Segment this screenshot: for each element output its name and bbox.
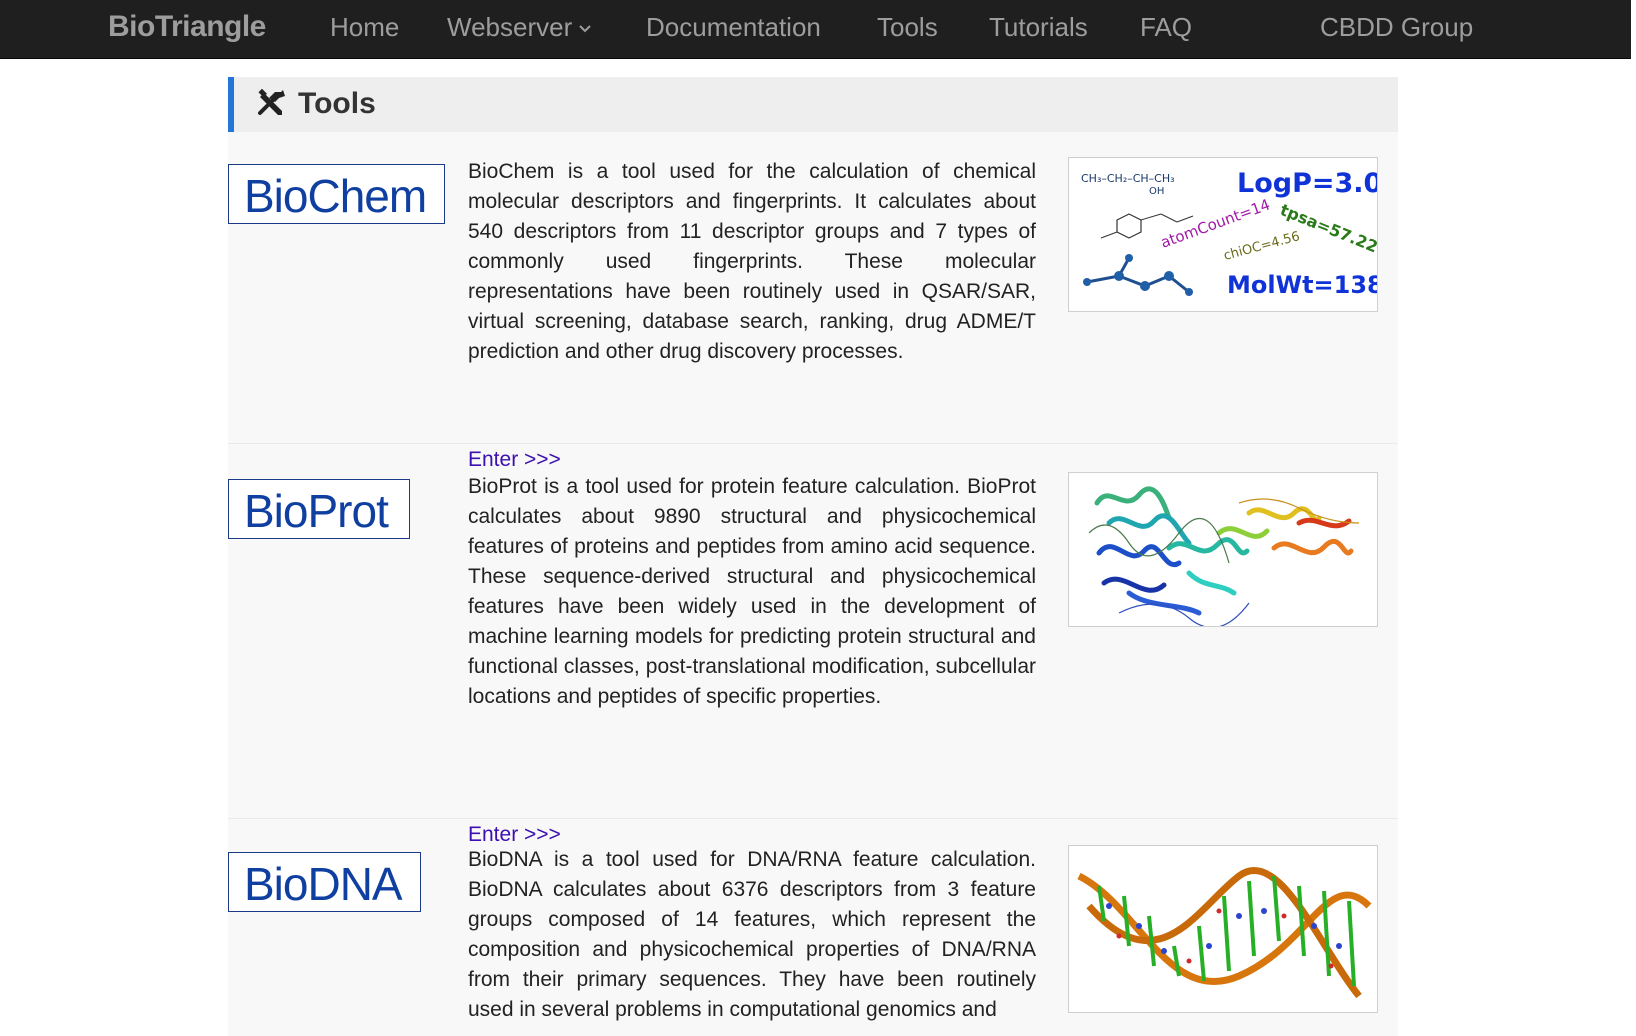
biodna-image — [1068, 845, 1378, 1013]
logp-text: LogP=3.04 — [1237, 168, 1378, 199]
bioprot-logo-text: BioProt — [244, 485, 389, 537]
tools-panel: Tools BioChem BioChem is a tool used for… — [228, 77, 1398, 1036]
scrollbar-track — [1631, 0, 1636, 1036]
biodna-logo-text: BioDNA — [244, 858, 403, 910]
nav-cbdd-group[interactable]: CBDD Group — [1320, 12, 1473, 43]
chevron-down-icon — [579, 25, 591, 33]
biodna-description: BioDNA is a tool used for DNA/RNA featur… — [468, 848, 1036, 1021]
row-divider — [228, 443, 1398, 444]
formula-text: CH₃–CH₂–CH–CH₃ — [1081, 172, 1175, 185]
bioprot-image — [1068, 472, 1378, 627]
biochem-logo[interactable]: BioChem — [228, 164, 445, 224]
tools-icon — [258, 88, 285, 115]
chi-text: chiOC=4.56 — [1222, 229, 1301, 264]
bioprot-description: BioProt is a tool used for protein featu… — [468, 475, 1036, 708]
nav-tools[interactable]: Tools — [877, 12, 938, 43]
page-title: Tools — [298, 87, 376, 120]
row-divider — [228, 818, 1398, 819]
top-navbar: BioTriangle Home Webserver Documentation… — [0, 0, 1631, 59]
biochem-logo-text: BioChem — [244, 170, 427, 222]
brand-link[interactable]: BioTriangle — [108, 10, 266, 44]
nav-documentation[interactable]: Documentation — [646, 12, 821, 43]
biodna-logo[interactable]: BioDNA — [228, 852, 421, 912]
biochem-enter-link[interactable]: Enter >>> — [468, 448, 561, 472]
biochem-description: BioChem is a tool used for the calculati… — [468, 160, 1036, 363]
formula-sub-text: OH — [1149, 186, 1164, 197]
biochem-image: CH₃–CH₂–CH–CH₃ OH LogP=3.04 atomCount=14… — [1068, 157, 1378, 312]
nav-webserver-label: Webserver — [447, 12, 573, 42]
nav-tutorials[interactable]: Tutorials — [989, 12, 1088, 43]
nav-webserver[interactable]: Webserver — [447, 12, 592, 43]
section-header: Tools — [228, 77, 1398, 132]
tpsa-text: tpsa=57.22 — [1278, 200, 1378, 256]
nav-home[interactable]: Home — [330, 12, 399, 43]
nav-faq[interactable]: FAQ — [1140, 12, 1192, 43]
bioprot-enter-link[interactable]: Enter >>> — [468, 823, 561, 847]
bioprot-logo[interactable]: BioProt — [228, 479, 410, 539]
molwt-text: MolWt=138.12 — [1227, 271, 1378, 299]
